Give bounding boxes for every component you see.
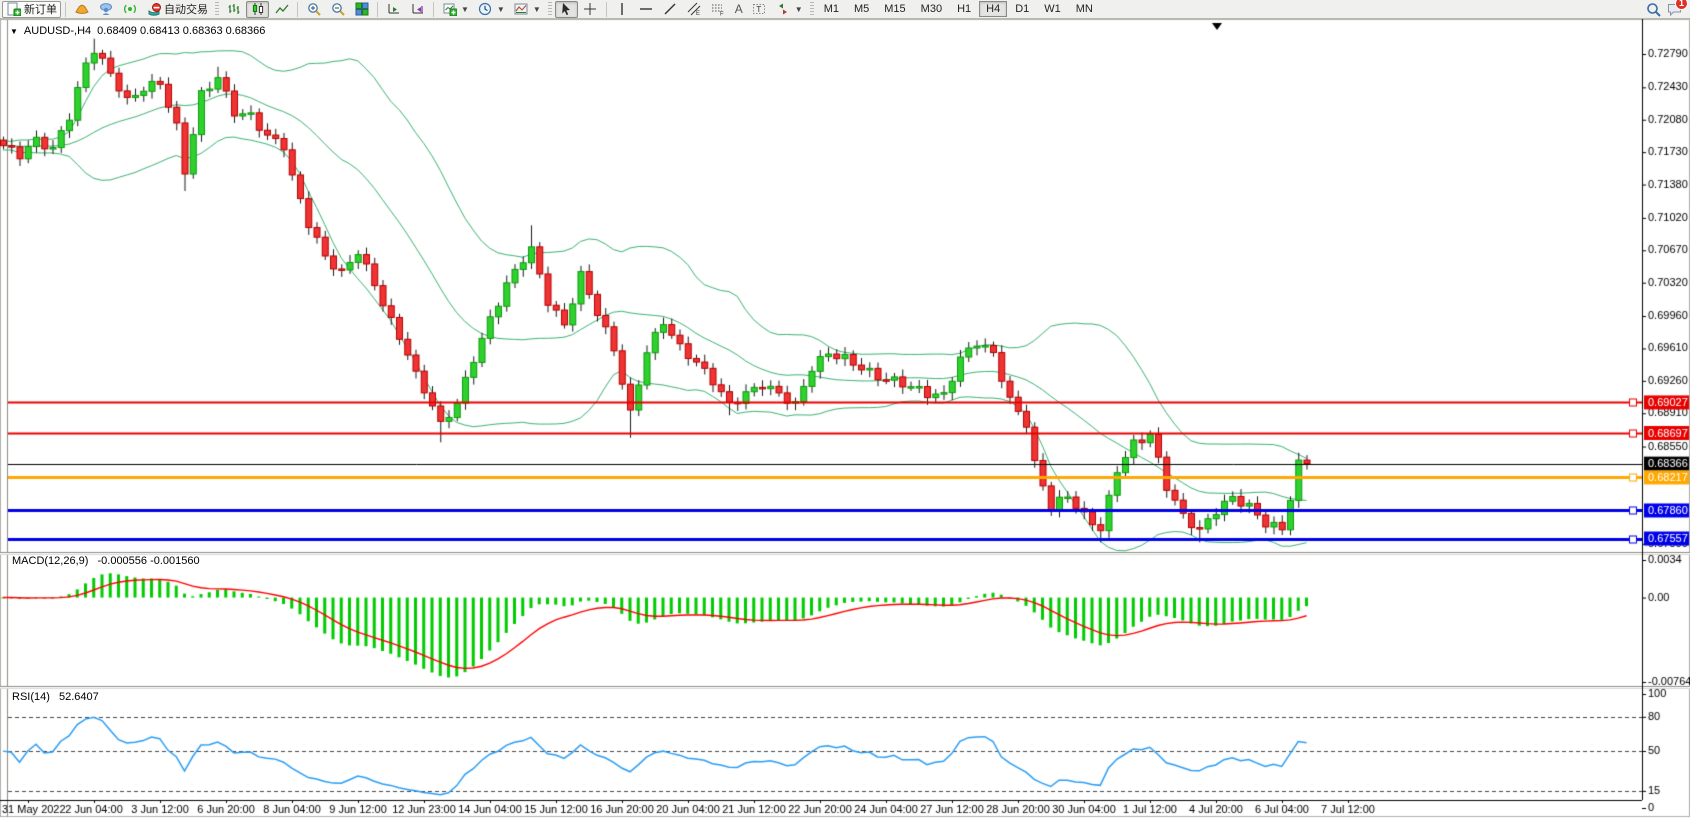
- chart-window: ▼ AUDUSD-,H4 0.68409 0.68413 0.68363 0.6…: [0, 19, 1690, 835]
- text-label-button[interactable]: T: [748, 1, 771, 18]
- toolbar-grip: [215, 2, 219, 17]
- text-label-icon: T: [752, 2, 767, 17]
- new-chart-button[interactable]: ▼: [438, 1, 473, 18]
- chart-shift-button[interactable]: [406, 1, 429, 18]
- autotrading-button[interactable]: 自动交易: [142, 1, 212, 18]
- new-order-button[interactable]: 新订单: [2, 1, 61, 18]
- chevron-down-icon: ▼: [461, 5, 469, 14]
- trendline-button[interactable]: [659, 1, 682, 18]
- price-chart-canvas[interactable]: [0, 19, 1690, 835]
- cloud-user-icon: [98, 2, 113, 17]
- timeframe-m15[interactable]: M15: [877, 1, 912, 17]
- separator: [606, 2, 607, 17]
- signals-button[interactable]: [118, 1, 141, 18]
- separator: [65, 2, 66, 17]
- bar-chart-button[interactable]: [222, 1, 245, 18]
- toolbar-grip: [548, 2, 552, 17]
- cursor-button[interactable]: [555, 1, 578, 18]
- auto-scroll-icon: [386, 2, 401, 17]
- svg-text:T: T: [757, 5, 762, 14]
- tile-windows-icon: [354, 2, 369, 17]
- notification-badge: 1: [1675, 0, 1688, 10]
- line-chart-button[interactable]: [270, 1, 293, 18]
- line-chart-icon: [274, 2, 289, 17]
- svg-text:F: F: [720, 12, 724, 17]
- separator: [297, 2, 298, 17]
- vertical-line-button[interactable]: [611, 1, 634, 18]
- crosshair-icon: [583, 2, 598, 17]
- chevron-down-icon: ▼: [533, 5, 541, 14]
- svg-text:E: E: [696, 11, 700, 16]
- timeframe-m1[interactable]: M1: [817, 1, 846, 17]
- horizontal-line-icon: [639, 2, 654, 17]
- new-order-label: 新订单: [24, 1, 57, 17]
- candlestick-chart-icon: [250, 2, 265, 17]
- timeframe-m30[interactable]: M30: [914, 1, 949, 17]
- fibonacci-button[interactable]: F: [707, 1, 730, 18]
- channel-icon: E: [687, 2, 702, 17]
- clock-icon: [478, 2, 493, 17]
- bar-chart-icon: [226, 2, 241, 17]
- autotrading-label: 自动交易: [164, 1, 208, 17]
- broadcast-icon: [122, 2, 137, 17]
- timeframe-mn[interactable]: MN: [1069, 1, 1100, 17]
- zoom-in-icon: [306, 2, 321, 17]
- chat-icon[interactable]: 1: [1667, 2, 1682, 17]
- periods-button[interactable]: ▼: [474, 1, 509, 18]
- chart-shift-icon: [410, 2, 425, 17]
- deposit-button[interactable]: [70, 1, 93, 18]
- gold-ingot-icon: [74, 2, 89, 17]
- toolbar-right: 1: [1646, 2, 1682, 17]
- community-button[interactable]: [94, 1, 117, 18]
- auto-scroll-button[interactable]: [382, 1, 405, 18]
- new-chart-icon: [442, 2, 457, 17]
- templates-button[interactable]: ▼: [510, 1, 545, 18]
- arrows-icon: [776, 2, 791, 17]
- candlestick-chart-button[interactable]: [246, 1, 269, 18]
- cursor-icon: [559, 2, 574, 17]
- chevron-down-icon: ▼: [795, 5, 803, 14]
- toolbar-grip: [810, 2, 814, 17]
- template-icon: [514, 2, 529, 17]
- timeframe-m5[interactable]: M5: [847, 1, 876, 17]
- autotrading-icon: [146, 2, 161, 17]
- tile-windows-button[interactable]: [350, 1, 373, 18]
- horizontal-line-button[interactable]: [635, 1, 658, 18]
- timeframe-d1[interactable]: D1: [1008, 1, 1036, 17]
- toolbar: 新订单 自动交易: [0, 0, 1690, 19]
- new-order-icon: [6, 2, 21, 17]
- crosshair-button[interactable]: [579, 1, 602, 18]
- separator: [377, 2, 378, 17]
- search-icon[interactable]: [1646, 2, 1661, 17]
- equidistant-channel-button[interactable]: E: [683, 1, 706, 18]
- fibonacci-icon: F: [711, 2, 726, 17]
- symbol-dropdown-icon[interactable]: ▼: [10, 27, 18, 36]
- vertical-line-icon: [615, 2, 630, 17]
- arrows-button[interactable]: ▼: [772, 1, 807, 18]
- zoom-out-button[interactable]: [326, 1, 349, 18]
- zoom-out-icon: [330, 2, 345, 17]
- chevron-down-icon: ▼: [497, 5, 505, 14]
- separator: [433, 2, 434, 17]
- zoom-in-button[interactable]: [302, 1, 325, 18]
- timeframe-h1[interactable]: H1: [950, 1, 978, 17]
- timeframe-h4[interactable]: H4: [979, 1, 1007, 17]
- text-button[interactable]: A: [731, 1, 747, 18]
- timeframe-w1[interactable]: W1: [1037, 1, 1068, 17]
- trendline-icon: [663, 2, 678, 17]
- text-icon: A: [735, 3, 743, 15]
